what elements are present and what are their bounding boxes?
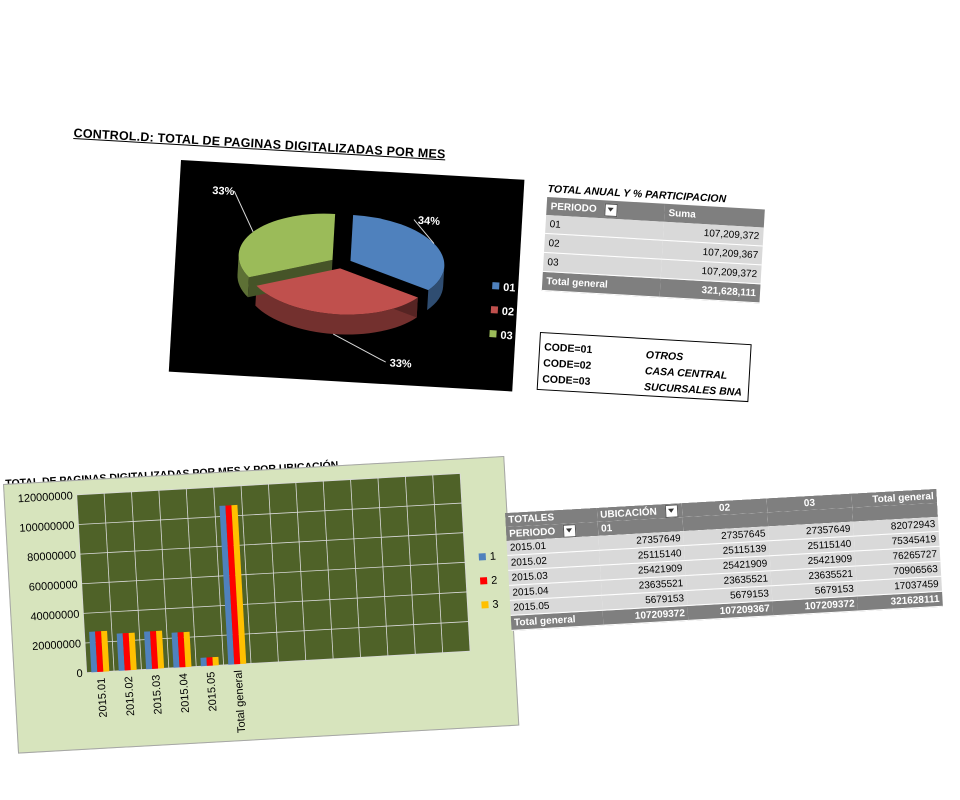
- x-tick-label: 2015.04: [178, 673, 192, 713]
- pie-leader-line: [233, 190, 254, 233]
- y-tick-label: 20000000: [32, 638, 82, 653]
- pie-legend-label: 01: [503, 282, 516, 295]
- bar-legend-swatch: [479, 577, 488, 585]
- summary-table: TOTAL ANUAL Y % PARTICIPACION PERIODO Su…: [541, 183, 766, 303]
- code-description: OTROS: [645, 349, 684, 364]
- bar-legend-label: 2: [491, 575, 498, 587]
- x-tick-label: 2015.05: [205, 671, 219, 711]
- code-label: CODE=03: [541, 373, 591, 388]
- code-label: CODE=02: [542, 357, 592, 372]
- filter-dropdown-icon[interactable]: [604, 202, 619, 217]
- bar-chart: 0 20000000 40000000 60000000 80000000 1000000…: [3, 455, 520, 754]
- filter-dropdown-icon[interactable]: [664, 503, 679, 518]
- bar-2015.05-series-3: [212, 656, 219, 666]
- pie-legend-label: 03: [500, 330, 513, 343]
- y-tick-label: 120000000: [17, 490, 73, 505]
- bar-2015.05-series-1: [200, 657, 207, 667]
- bar-2015.05-series-2: [206, 657, 213, 666]
- code-legend-box: CODE=01 OTROS CODE=02 CASA CENTRAL CODE=03…: [536, 332, 752, 403]
- pie-data-label: 34%: [418, 215, 441, 228]
- pie-data-label: 33%: [212, 185, 235, 198]
- pie-legend-swatch: [492, 282, 500, 290]
- bar-legend-label: 3: [492, 599, 499, 611]
- x-tick-label: 2015.02: [123, 676, 137, 716]
- pie-chart: 34% 33% 33% 01 02 03: [168, 160, 525, 392]
- code-description: SUCURSALES BNA: [643, 381, 743, 399]
- pie-legend-label: 02: [501, 306, 514, 319]
- pivot-table: TOTALES UBICACIÓN 02 03 Total general PE…: [505, 488, 943, 631]
- pie-leader-line: [333, 333, 386, 363]
- bar-legend-swatch: [478, 553, 487, 561]
- pie-legend-swatch: [489, 330, 497, 338]
- x-tick-label: 2015.03: [150, 674, 164, 714]
- y-tick-label: 60000000: [29, 579, 79, 594]
- bar-legend-label: 1: [489, 551, 496, 563]
- page-title: CONTROL.D: TOTAL DE PAGINAS DIGITALIZADA…: [73, 126, 446, 162]
- code-label: CODE=01: [543, 341, 593, 357]
- code-description: CASA CENTRAL: [644, 365, 728, 382]
- y-tick-label: 40000000: [30, 609, 80, 624]
- x-tick-label: 2015.01: [96, 677, 110, 717]
- filter-dropdown-icon[interactable]: [562, 523, 577, 538]
- x-tick-label: Total general: [233, 670, 248, 734]
- y-tick-label: 80000000: [27, 549, 77, 564]
- y-tick-label: 0: [76, 668, 83, 680]
- y-tick-label: 100000000: [19, 520, 75, 535]
- pie-data-label: 33%: [389, 357, 412, 370]
- pie-legend-swatch: [490, 306, 499, 314]
- bar-legend-swatch: [481, 601, 489, 609]
